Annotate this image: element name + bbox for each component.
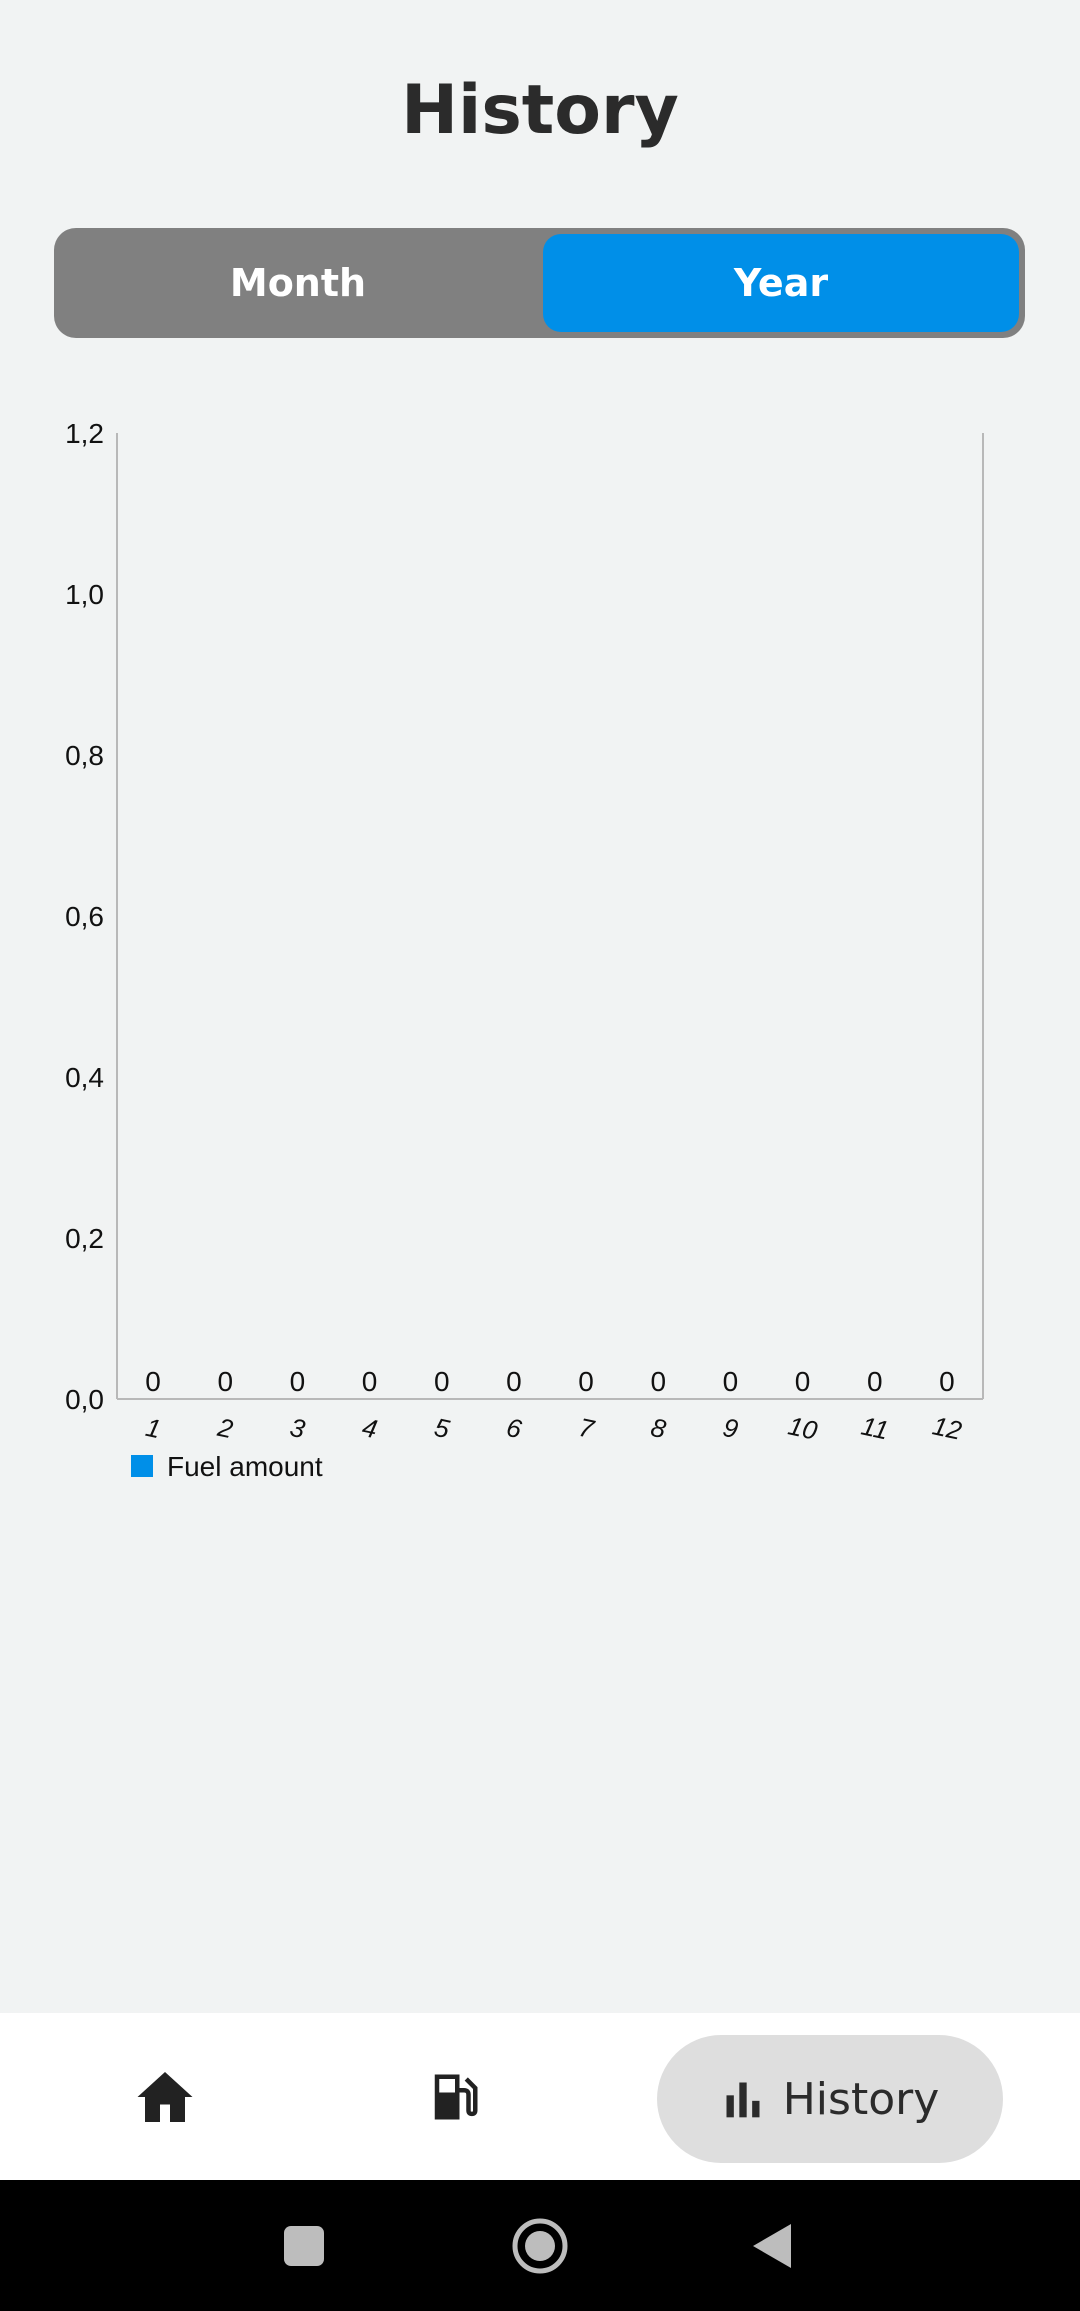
x-tick-label: 3 <box>287 1412 308 1444</box>
bar-value-label: 0 <box>434 1366 450 1397</box>
x-tick-label: 2 <box>214 1412 236 1445</box>
legend-swatch <box>131 1455 153 1477</box>
y-tick-label: 0,6 <box>65 901 104 932</box>
fuel-chart: 0,0 0,2 0,4 0,6 0,8 1,0 1,2 0 1 0 2 0 3 0 4 0 5 0 6 0 7 0 8 0 9 0… <box>0 400 1080 1510</box>
x-tick-label: 4 <box>360 1412 380 1444</box>
bar-value-label: 0 <box>867 1366 883 1397</box>
bar-value-label: 0 <box>723 1366 739 1397</box>
bar-value-label: 0 <box>506 1366 522 1397</box>
legend-label: Fuel amount <box>167 1451 323 1482</box>
month-toggle-button[interactable]: Month <box>60 234 536 332</box>
home-icon <box>137 2071 193 2122</box>
y-tick-label: 0,4 <box>65 1062 104 1093</box>
recents-button[interactable] <box>244 2180 364 2311</box>
period-toggle: Month Year <box>54 228 1025 338</box>
y-tick-label: 0,2 <box>65 1223 104 1254</box>
x-tick-label: 8 <box>648 1412 669 1444</box>
x-tick-label: 7 <box>576 1412 598 1445</box>
year-toggle-button[interactable]: Year <box>543 234 1019 332</box>
bar-value-label: 0 <box>217 1366 233 1397</box>
bar-value-label: 0 <box>939 1366 955 1397</box>
bar-chart-icon <box>726 2082 760 2118</box>
x-tick-label: 12 <box>930 1410 965 1445</box>
system-home-button[interactable] <box>480 2180 600 2311</box>
back-button[interactable] <box>712 2180 832 2311</box>
x-tick-label: 11 <box>859 1411 892 1446</box>
bar-value-label: 0 <box>290 1366 306 1397</box>
y-tick-label: 0,8 <box>65 740 104 771</box>
x-tick-label: 9 <box>720 1412 740 1444</box>
nav-history-button[interactable]: History <box>657 2035 1003 2163</box>
system-navigation-bar <box>0 2180 1080 2311</box>
nav-fuel-button[interactable] <box>370 2013 540 2180</box>
page-title: History <box>401 71 679 150</box>
x-tick-label: 1 <box>143 1412 163 1444</box>
nav-history-label: History <box>782 2073 940 2125</box>
recents-icon <box>284 2225 324 2266</box>
x-tick-label: 10 <box>786 1410 821 1445</box>
bar-value-label: 0 <box>362 1366 378 1397</box>
y-tick-label: 0,0 <box>65 1384 104 1415</box>
x-tick-label: 5 <box>432 1412 453 1444</box>
x-tick-label: 6 <box>504 1412 525 1444</box>
fuel-pump-icon <box>434 2074 478 2119</box>
fuel-chart-svg: 0,00,20,40,60,81,01,20102030405060708090… <box>65 418 984 1482</box>
bar-value-label: 0 <box>578 1366 594 1397</box>
bottom-navigation: History <box>0 2013 1080 2180</box>
bar-value-label: 0 <box>795 1366 811 1397</box>
back-icon <box>753 2223 791 2268</box>
home-circle-icon <box>512 2218 568 2273</box>
y-tick-label: 1,0 <box>65 579 104 610</box>
y-tick-label: 1,2 <box>65 418 104 449</box>
nav-home-button[interactable] <box>80 2013 250 2180</box>
bar-value-label: 0 <box>145 1366 161 1397</box>
bar-value-label: 0 <box>650 1366 666 1397</box>
